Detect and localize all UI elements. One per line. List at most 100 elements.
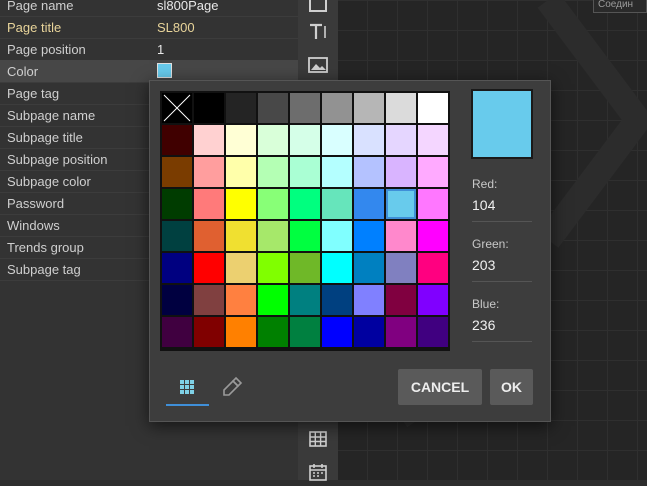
property-label: Subpage position: [7, 152, 108, 167]
color-swatch[interactable]: [226, 285, 256, 315]
color-swatch[interactable]: [322, 157, 352, 187]
color-swatch[interactable]: [322, 125, 352, 155]
color-swatch[interactable]: [322, 221, 352, 251]
color-swatch[interactable]: [386, 221, 416, 251]
color-swatch[interactable]: [258, 253, 288, 283]
property-value[interactable]: 1: [157, 42, 164, 57]
color-swatch[interactable]: [162, 221, 192, 251]
property-label: Color: [7, 64, 39, 79]
color-swatch[interactable]: [258, 93, 288, 123]
property-row[interactable]: Page name sl800Page: [0, 0, 298, 17]
color-swatch[interactable]: [194, 253, 224, 283]
color-swatch[interactable]: [226, 253, 256, 283]
color-swatch[interactable]: [354, 93, 384, 123]
color-swatch[interactable]: [258, 317, 288, 347]
color-swatch[interactable]: [354, 253, 384, 283]
color-swatch[interactable]: [418, 157, 448, 187]
color-swatch[interactable]: [194, 93, 224, 123]
property-label: Windows: [7, 218, 60, 233]
color-swatch[interactable]: [290, 317, 320, 347]
color-swatch[interactable]: [386, 93, 416, 123]
color-swatch[interactable]: [290, 189, 320, 219]
color-swatch[interactable]: [162, 253, 192, 283]
canvas-tab[interactable]: Соедин: [593, 0, 647, 13]
red-value[interactable]: 104: [472, 197, 495, 213]
color-swatch[interactable]: [258, 125, 288, 155]
color-swatch[interactable]: [354, 125, 384, 155]
color-swatch[interactable]: [157, 63, 172, 78]
color-swatch[interactable]: [258, 157, 288, 187]
color-swatch[interactable]: [194, 285, 224, 315]
color-swatch[interactable]: [354, 189, 384, 219]
property-label: Page tag: [7, 86, 60, 101]
cancel-button[interactable]: CANCEL: [398, 369, 482, 405]
table-tool-icon[interactable]: [304, 425, 332, 453]
color-swatch[interactable]: [322, 189, 352, 219]
color-swatch[interactable]: [290, 157, 320, 187]
color-swatch[interactable]: [322, 317, 352, 347]
color-swatch[interactable]: [322, 253, 352, 283]
color-swatch[interactable]: [290, 125, 320, 155]
color-swatch[interactable]: [194, 125, 224, 155]
color-swatch[interactable]: [290, 253, 320, 283]
color-swatch[interactable]: [162, 125, 192, 155]
color-swatch[interactable]: [418, 221, 448, 251]
color-swatch[interactable]: [226, 221, 256, 251]
color-swatch[interactable]: [226, 93, 256, 123]
property-value[interactable]: SL800: [157, 20, 195, 35]
color-swatch[interactable]: [386, 317, 416, 347]
color-swatch[interactable]: [162, 317, 192, 347]
property-row[interactable]: Page title SL800: [0, 16, 298, 39]
no-color-swatch[interactable]: [162, 93, 192, 123]
property-label: Page title: [7, 20, 62, 35]
color-swatch[interactable]: [386, 253, 416, 283]
blue-value[interactable]: 236: [472, 317, 495, 333]
color-swatch[interactable]: [418, 317, 448, 347]
property-value[interactable]: sl800Page: [157, 0, 218, 13]
color-swatch[interactable]: [194, 157, 224, 187]
color-swatch[interactable]: [418, 189, 448, 219]
color-swatch[interactable]: [226, 189, 256, 219]
color-swatch[interactable]: [418, 253, 448, 283]
color-swatch[interactable]: [162, 189, 192, 219]
color-swatch[interactable]: [386, 125, 416, 155]
color-swatch[interactable]: [194, 221, 224, 251]
text-tool-icon[interactable]: [304, 18, 332, 46]
color-swatch[interactable]: [354, 157, 384, 187]
property-label: Subpage tag: [7, 262, 81, 277]
color-swatch[interactable]: [226, 157, 256, 187]
image-tool-icon[interactable]: [304, 51, 332, 79]
color-swatch[interactable]: [290, 93, 320, 123]
color-swatch[interactable]: [386, 157, 416, 187]
color-swatch[interactable]: [258, 221, 288, 251]
calendar-icon[interactable]: [304, 0, 332, 18]
color-swatch[interactable]: [322, 285, 352, 315]
color-swatch[interactable]: [194, 189, 224, 219]
color-swatch[interactable]: [226, 317, 256, 347]
color-swatch[interactable]: [290, 285, 320, 315]
palette-tab[interactable]: [166, 369, 208, 405]
color-swatch[interactable]: [386, 189, 416, 219]
color-swatch[interactable]: [354, 317, 384, 347]
color-swatch[interactable]: [258, 189, 288, 219]
color-swatch[interactable]: [386, 285, 416, 315]
calendar-tool-icon[interactable]: [304, 458, 332, 486]
color-swatch[interactable]: [418, 93, 448, 123]
color-swatch[interactable]: [162, 285, 192, 315]
property-label: Subpage title: [7, 130, 83, 145]
color-swatch[interactable]: [354, 285, 384, 315]
color-swatch[interactable]: [226, 125, 256, 155]
color-swatch[interactable]: [290, 221, 320, 251]
color-swatch[interactable]: [418, 125, 448, 155]
property-row[interactable]: Page position 1: [0, 38, 298, 61]
color-swatch[interactable]: [418, 285, 448, 315]
color-swatch[interactable]: [322, 93, 352, 123]
color-swatch[interactable]: [258, 285, 288, 315]
eyedropper-icon[interactable]: [220, 375, 244, 399]
ok-button[interactable]: OK: [490, 369, 533, 405]
color-swatch[interactable]: [162, 157, 192, 187]
green-value[interactable]: 203: [472, 257, 495, 273]
color-swatch[interactable]: [194, 317, 224, 347]
color-swatch[interactable]: [354, 221, 384, 251]
red-underline: [472, 221, 532, 222]
